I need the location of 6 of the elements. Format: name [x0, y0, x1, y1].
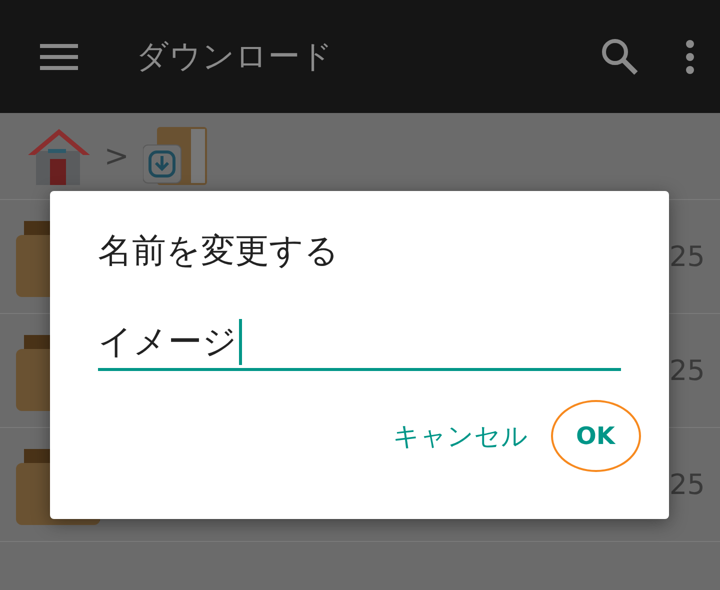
ok-button[interactable]: OK: [564, 408, 627, 464]
breadcrumb-separator: >: [104, 138, 130, 174]
dialog-title: 名前を変更する: [98, 231, 339, 272]
app-bar-title: ダウンロード: [136, 36, 334, 76]
cancel-button[interactable]: キャンセル: [381, 408, 540, 464]
name-input-field[interactable]: イメージ: [98, 316, 621, 371]
